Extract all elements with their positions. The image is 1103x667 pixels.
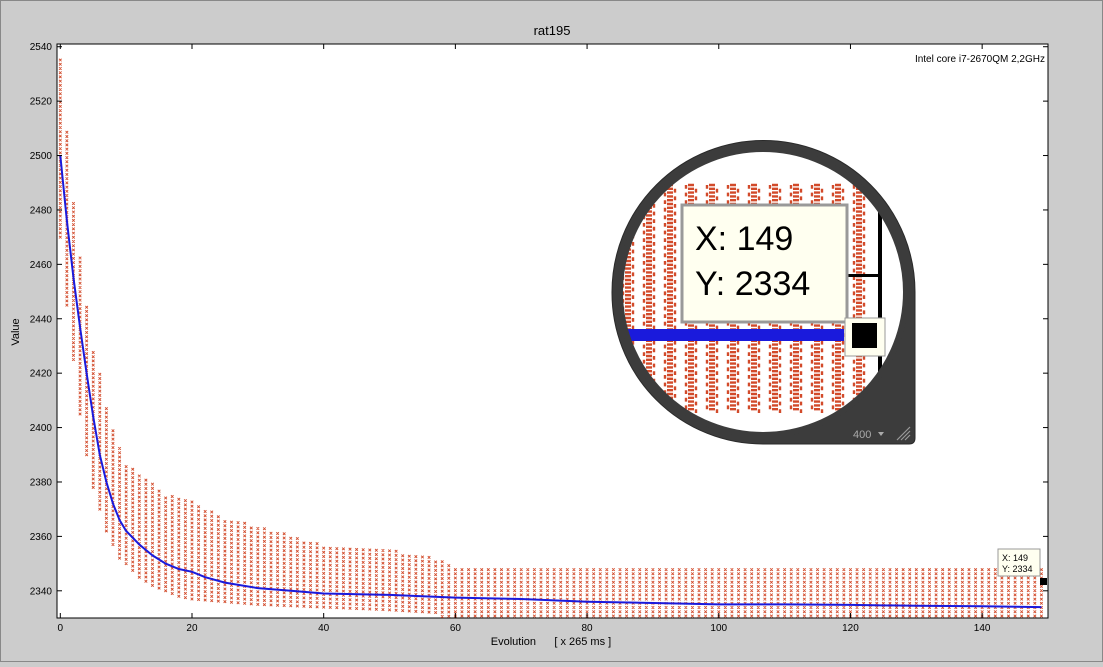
magnified-datatip-marker <box>852 323 877 348</box>
y-tick-label: 2440 <box>30 314 53 325</box>
datatip-x: X: 149 <box>1002 553 1028 563</box>
magnified-tick <box>848 274 880 277</box>
zoom-level[interactable]: 400 <box>853 429 871 441</box>
y-tick-label: 2500 <box>30 151 53 162</box>
x-tick-label: 140 <box>974 623 991 634</box>
x-tick-label: 60 <box>450 623 462 634</box>
y-tick-label: 2340 <box>30 586 53 597</box>
figure-window: rat195 0 20 40 60 80 100 120 140 2340 2360 2380 240… <box>0 0 1103 662</box>
y-axis-label: Value <box>10 318 22 345</box>
y-tick-label: 2460 <box>30 260 53 271</box>
x-tick-label: 100 <box>710 623 727 634</box>
x-tick-label: 40 <box>318 623 330 634</box>
x-tick-label: 120 <box>842 623 859 634</box>
cpu-annotation: Intel core i7-2670QM 2,2GHz <box>915 54 1045 65</box>
magnified-datatip-x: X: 149 <box>695 220 793 258</box>
datatip-marker <box>1040 578 1047 585</box>
datatip-y: Y: 2334 <box>1002 564 1033 574</box>
y-tick-label: 2380 <box>30 477 53 488</box>
y-tick-label: 2480 <box>30 205 53 216</box>
x-tick-label: 20 <box>186 623 198 634</box>
chart-title: rat195 <box>534 23 571 38</box>
x-tick-label: 80 <box>582 623 594 634</box>
magnifier-loupe[interactable]: X: 149 Y: 2334 400 <box>611 140 916 445</box>
x-tick-label: 0 <box>58 623 64 634</box>
y-tick-label: 2540 <box>30 42 53 53</box>
y-tick-label: 2520 <box>30 97 53 108</box>
x-axis-label: Evolution [ x 265 ms ] <box>491 636 611 648</box>
y-tick-label: 2420 <box>30 369 53 380</box>
chart: rat195 0 20 40 60 80 100 120 140 2340 2360 2380 240… <box>0 0 1103 662</box>
y-tick-label: 2400 <box>30 423 53 434</box>
y-tick-label: 2360 <box>30 532 53 543</box>
magnified-datatip-y: Y: 2334 <box>695 265 810 303</box>
magnified-mean-line <box>620 329 844 341</box>
